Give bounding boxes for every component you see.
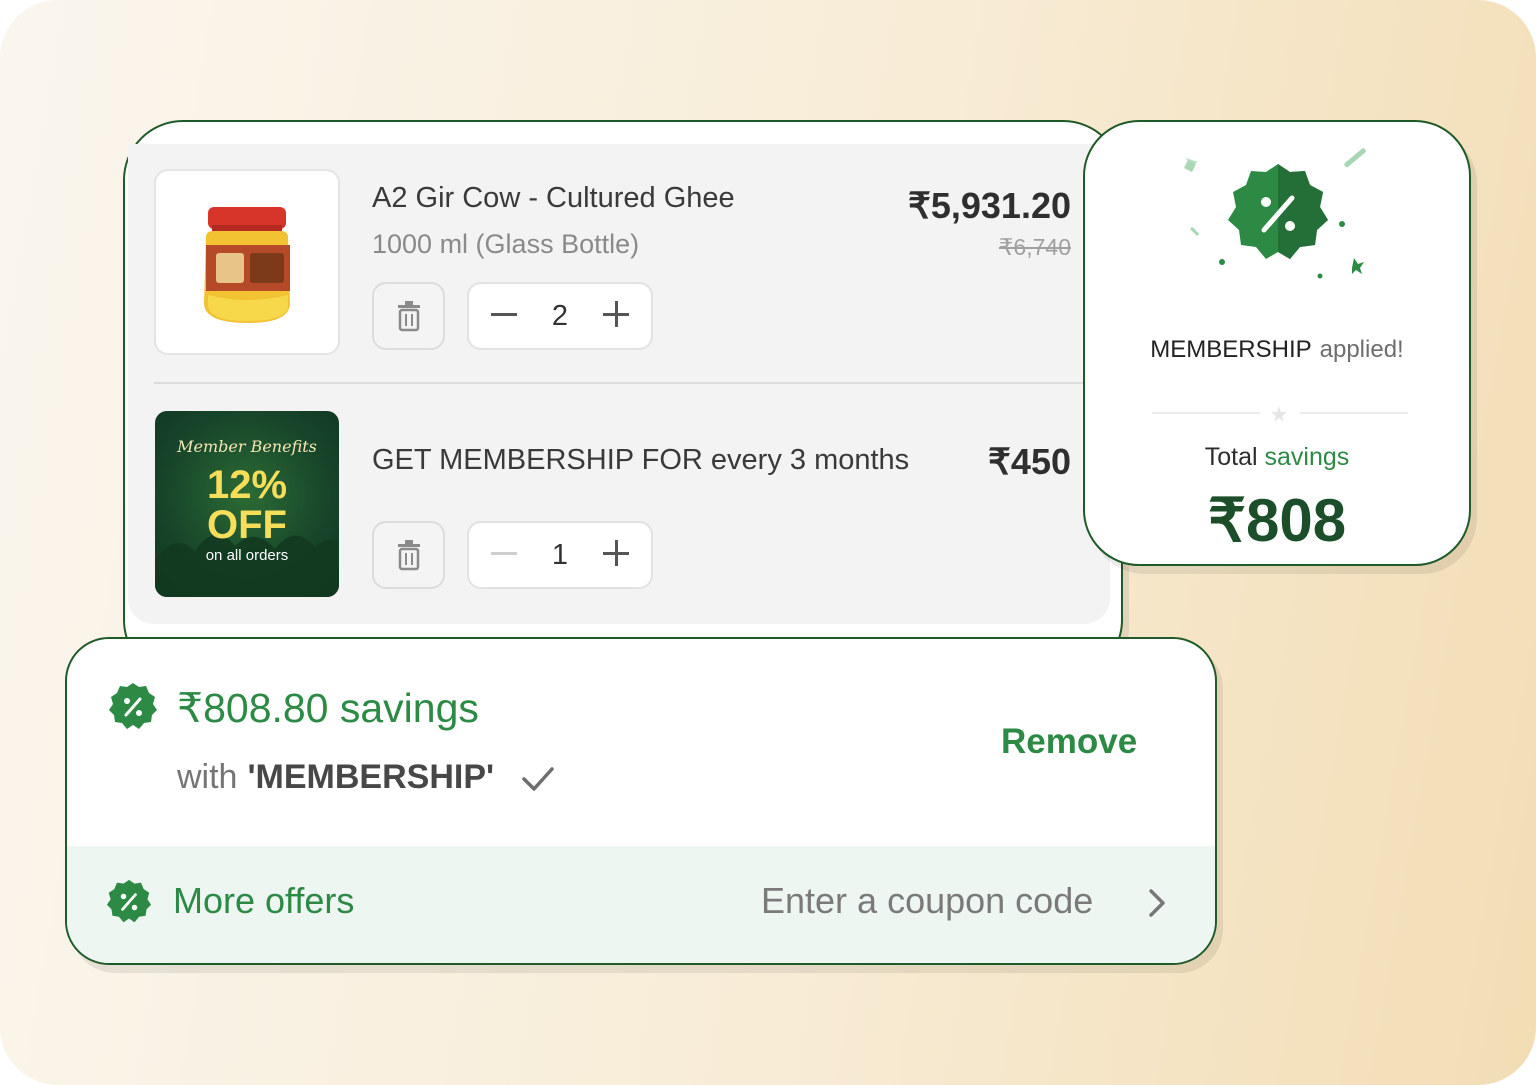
item-original-price: ₹6,740 <box>998 234 1071 260</box>
separator-left <box>1152 412 1260 414</box>
delete-item-button[interactable] <box>372 282 445 350</box>
discount-badge-icon <box>106 879 152 923</box>
savings-amount: ₹808.80 savings <box>177 685 479 731</box>
enter-coupon-link[interactable]: Enter a coupon code <box>761 880 1093 922</box>
discount-badge-icon <box>1184 148 1366 279</box>
check-icon <box>521 767 554 791</box>
total-label-suffix: savings <box>1264 443 1350 471</box>
ghee-jar-image[interactable] <box>154 169 340 355</box>
applied-code: 'MEMBERSHIP' <box>247 758 495 796</box>
membership-applied-text: MEMBERSHIP applied! <box>1083 336 1471 364</box>
total-savings-label: Total savings <box>1083 443 1471 472</box>
plus-icon[interactable] <box>601 299 631 334</box>
quantity-value: 2 <box>551 299 569 332</box>
minus-icon[interactable] <box>489 538 519 573</box>
trash-icon <box>397 301 420 332</box>
savings-code-line: with 'MEMBERSHIP' <box>177 758 556 797</box>
delete-item-button[interactable] <box>372 521 445 589</box>
quantity-value: 1 <box>551 538 569 571</box>
item-title[interactable]: A2 Gir Cow - Cultured Ghee <box>372 182 735 215</box>
total-savings-value: ₹808 <box>1207 487 1347 554</box>
item-price: ₹450 <box>988 441 1071 482</box>
banner-line2: 12% <box>206 463 288 507</box>
applied-status: applied! <box>1319 336 1404 363</box>
remove-coupon-button[interactable]: Remove <box>1001 722 1137 762</box>
membership-code: MEMBERSHIP <box>1150 336 1312 363</box>
membership-banner-image[interactable]: Member Benefits 12% OFF on all orders <box>155 411 339 597</box>
quantity-stepper[interactable]: 2 <box>467 282 653 350</box>
total-label-prefix: Total <box>1204 443 1258 471</box>
discount-badge-icon <box>109 683 157 729</box>
with-text: with <box>177 758 238 796</box>
separator-right <box>1300 412 1408 414</box>
item-variant: 1000 ml (Glass Bottle) <box>372 229 640 259</box>
quantity-stepper[interactable]: 1 <box>467 521 653 589</box>
item-divider <box>154 382 1084 384</box>
plus-icon[interactable] <box>601 538 631 573</box>
star-icon <box>1271 406 1287 422</box>
trash-icon <box>397 540 420 571</box>
item-title[interactable]: GET MEMBERSHIP FOR every 3 months <box>372 444 909 477</box>
item-price: ₹5,931.20 <box>907 185 1071 226</box>
minus-icon[interactable] <box>489 299 519 334</box>
banner-line1: Member Benefits <box>177 437 317 456</box>
banner-line4: on all orders <box>205 547 289 564</box>
chevron-right-icon[interactable] <box>1143 885 1171 921</box>
banner-line3: OFF <box>207 503 287 547</box>
more-offers-label[interactable]: More offers <box>173 880 354 922</box>
